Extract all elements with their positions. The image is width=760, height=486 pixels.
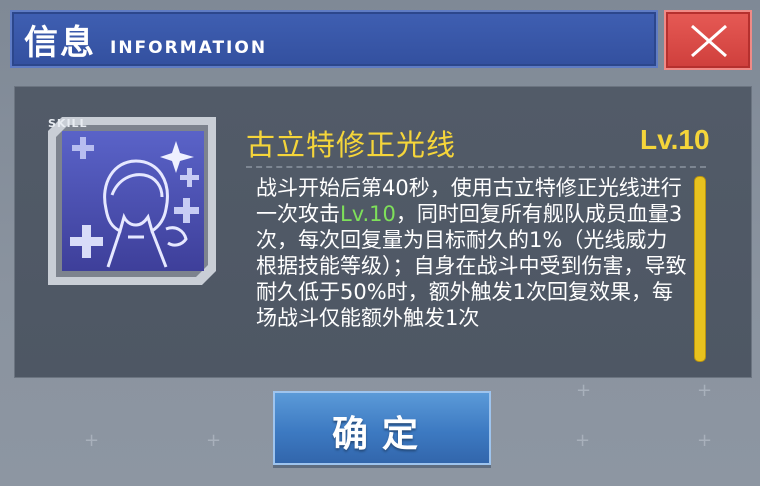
dialog-title: 信息 [24,23,96,63]
skill-tag: SKILL [48,117,88,130]
skill-name: 古立特修正光线 [246,128,457,162]
close-icon [691,24,727,58]
bg-plus-icon: + [575,430,591,451]
dialog-subtitle: INFORMATION [110,38,268,58]
description-scrollbar[interactable] [694,176,706,362]
bg-plus-icon: + [697,380,713,401]
skill-level: Lv.10 [640,124,710,155]
bg-plus-icon: + [576,380,592,401]
skill-icon [48,117,216,285]
skill-description: 战斗开始后第40秒，使用古立特修正光线进行一次攻击Lv.10，同时回复所有舰队成… [256,175,688,331]
bg-plus-icon: + [697,430,713,451]
close-button[interactable] [664,10,752,70]
desc-level-highlight: Lv.10 [340,202,396,226]
bg-plus-icon: + [206,430,222,451]
confirm-button-label: 确定 [331,413,432,455]
bg-plus-icon: + [84,430,100,451]
confirm-button[interactable]: 确定 [273,391,491,465]
divider [246,166,706,168]
dialog-header: 信息 INFORMATION [10,10,658,68]
